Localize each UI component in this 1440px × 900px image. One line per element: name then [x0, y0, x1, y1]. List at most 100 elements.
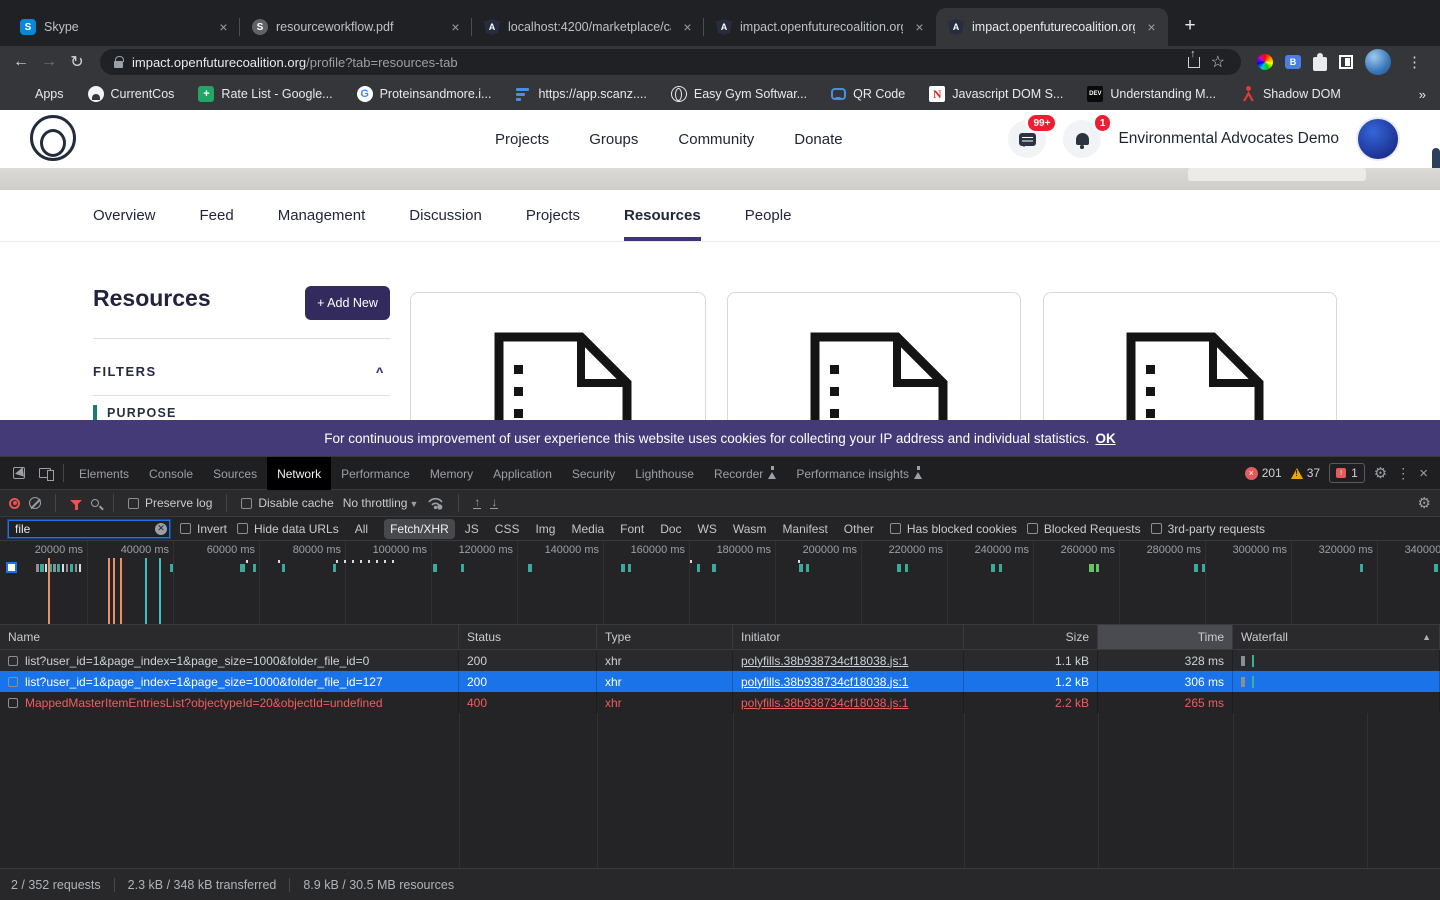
column-time[interactable]: Time: [1098, 625, 1233, 649]
network-request-row[interactable]: list?user_id=1&page_index=1&page_size=10…: [0, 671, 1440, 692]
bookmark-shadow-dom[interactable]: Shadow DOM: [1240, 86, 1341, 102]
record-icon[interactable]: [9, 498, 20, 509]
browser-menu-icon[interactable]: ⋮: [1403, 53, 1426, 71]
row-checkbox[interactable]: [8, 698, 18, 708]
tab-close-icon[interactable]: ×: [679, 19, 696, 36]
filter-type-img[interactable]: Img: [529, 519, 561, 539]
filter-funnel-icon[interactable]: [70, 500, 82, 512]
filter-type-ws[interactable]: WS: [692, 519, 723, 539]
notifications-button[interactable]: 1: [1063, 120, 1101, 158]
third-party-requests-checkbox[interactable]: 3rd-party requests: [1151, 522, 1265, 536]
column-initiator[interactable]: Initiator: [733, 625, 964, 649]
bookmark-https-app-scanz[interactable]: https://app.scanz....: [515, 86, 646, 102]
colorpicker-extension-icon[interactable]: [1257, 54, 1273, 70]
row-checkbox[interactable]: [8, 656, 18, 666]
disable-cache-checkbox[interactable]: Disable cache: [241, 496, 333, 510]
error-counter[interactable]: ×201: [1245, 466, 1282, 480]
bookmarks-overflow-icon[interactable]: »: [1419, 87, 1426, 102]
devtools-tab-memory[interactable]: Memory: [420, 457, 483, 490]
filter-type-doc[interactable]: Doc: [654, 519, 687, 539]
devtools-menu-icon[interactable]: ⋮: [1396, 465, 1410, 482]
search-icon[interactable]: [91, 499, 99, 507]
filter-type-all[interactable]: All: [349, 519, 374, 539]
filter-type-manifest[interactable]: Manifest: [776, 519, 833, 539]
filter-type-js[interactable]: JS: [459, 519, 485, 539]
column-type[interactable]: Type: [597, 625, 733, 649]
tab-feed[interactable]: Feed: [200, 190, 234, 241]
filter-type-wasm[interactable]: Wasm: [727, 519, 773, 539]
messages-button[interactable]: 99+: [1008, 120, 1046, 158]
warning-counter[interactable]: 37: [1291, 466, 1320, 480]
tab-people[interactable]: People: [745, 190, 792, 241]
tab-projects[interactable]: Projects: [526, 190, 580, 241]
column-status[interactable]: Status: [459, 625, 597, 649]
browser-tab-5[interactable]: Aimpact.openfuturecoalition.org×: [936, 8, 1168, 46]
share-icon[interactable]: [1188, 57, 1200, 68]
network-settings-icon[interactable]: ⚙: [1418, 494, 1431, 512]
devtools-tab-performance-insights[interactable]: Performance insights: [786, 457, 932, 490]
back-icon[interactable]: ←: [8, 49, 34, 75]
export-har-icon[interactable]: ↓: [490, 497, 498, 509]
clear-icon[interactable]: [29, 497, 41, 509]
devtools-tab-security[interactable]: Security: [562, 457, 625, 490]
filter-type-other[interactable]: Other: [838, 519, 880, 539]
address-bar[interactable]: impact.openfuturecoalition.org/profile?t…: [100, 49, 1241, 75]
tab-close-icon[interactable]: ×: [447, 19, 464, 36]
preserve-log-checkbox[interactable]: Preserve log: [128, 496, 212, 510]
initiator-link[interactable]: polyfills.38b938734cf18038.js:1: [741, 696, 908, 710]
initiator-link[interactable]: polyfills.38b938734cf18038.js:1: [741, 654, 908, 668]
cookie-ok-link[interactable]: OK: [1095, 431, 1115, 446]
filter-type-css[interactable]: CSS: [489, 519, 526, 539]
extensions-puzzle-icon[interactable]: [1313, 57, 1327, 71]
tag-extension-icon[interactable]: B: [1285, 55, 1301, 69]
reload-icon[interactable]: ↻: [64, 49, 90, 75]
issues-counter[interactable]: !1: [1329, 463, 1365, 483]
hide-data-urls-checkbox[interactable]: Hide data URLs: [237, 522, 339, 536]
devtools-close-icon[interactable]: ×: [1419, 465, 1428, 482]
device-toolbar-icon[interactable]: [32, 461, 58, 485]
tab-discussion[interactable]: Discussion: [409, 190, 482, 241]
nav-projects[interactable]: Projects: [495, 131, 549, 148]
column-name[interactable]: Name: [0, 625, 459, 649]
throttling-select[interactable]: No throttling▼: [343, 496, 419, 510]
bookmark-currentcos[interactable]: CurrentCos: [88, 86, 175, 102]
invert-checkbox[interactable]: Invert: [180, 522, 227, 536]
bookmark-javascript-dom-s[interactable]: NJavascript DOM S...: [929, 86, 1063, 102]
filter-type-fetch-xhr[interactable]: Fetch/XHR: [384, 519, 455, 539]
bookmark-apps[interactable]: Apps: [14, 87, 64, 101]
browser-profile-avatar[interactable]: [1365, 49, 1391, 75]
network-request-row[interactable]: list?user_id=1&page_index=1&page_size=10…: [0, 650, 1440, 671]
site-logo[interactable]: [30, 115, 76, 161]
network-request-row[interactable]: MappedMasterItemEntriesList?objectypeId=…: [0, 692, 1440, 713]
new-tab-icon[interactable]: +: [1176, 12, 1204, 40]
devtools-tab-elements[interactable]: Elements: [69, 457, 139, 490]
bookmark-understanding-m[interactable]: DEVUnderstanding M...: [1087, 86, 1216, 102]
column-size[interactable]: Size: [964, 625, 1098, 649]
nav-community[interactable]: Community: [678, 131, 754, 148]
tab-close-icon[interactable]: ×: [215, 19, 232, 36]
network-conditions-icon[interactable]: [427, 496, 444, 510]
tab-resources[interactable]: Resources: [624, 190, 701, 241]
tab-close-icon[interactable]: ×: [1143, 19, 1160, 36]
add-new-button[interactable]: + Add New: [305, 286, 390, 320]
initiator-link[interactable]: polyfills.38b938734cf18038.js:1: [741, 675, 908, 689]
network-overview-timeline[interactable]: 20000 ms40000 ms60000 ms80000 ms100000 m…: [0, 541, 1440, 625]
browser-tab-3[interactable]: Alocalhost:4200/marketplace/ca×: [472, 8, 704, 46]
devtools-tab-recorder[interactable]: Recorder: [704, 457, 786, 490]
filter-type-media[interactable]: Media: [565, 519, 610, 539]
devtools-tab-sources[interactable]: Sources: [203, 457, 267, 490]
forward-icon[interactable]: →: [36, 49, 62, 75]
bookmark-rate-list-google[interactable]: Rate List - Google...: [198, 86, 332, 102]
devtools-tab-console[interactable]: Console: [139, 457, 203, 490]
site-avatar[interactable]: [1356, 117, 1400, 161]
devtools-tab-application[interactable]: Application: [483, 457, 562, 490]
bookmark-star-icon[interactable]: ☆: [1211, 52, 1225, 72]
clear-filter-icon[interactable]: ✕: [155, 523, 167, 535]
tab-close-icon[interactable]: ×: [911, 19, 928, 36]
bookmark-qr-code[interactable]: QR Code: [831, 87, 905, 101]
nav-donate[interactable]: Donate: [794, 131, 842, 148]
devtools-tab-lighthouse[interactable]: Lighthouse: [625, 457, 704, 490]
chevron-up-icon[interactable]: ᴧ: [376, 364, 383, 376]
browser-tab-2[interactable]: Sresourceworkflow.pdf×: [240, 8, 472, 46]
browser-tab-4[interactable]: Aimpact.openfuturecoalition.org×: [704, 8, 936, 46]
